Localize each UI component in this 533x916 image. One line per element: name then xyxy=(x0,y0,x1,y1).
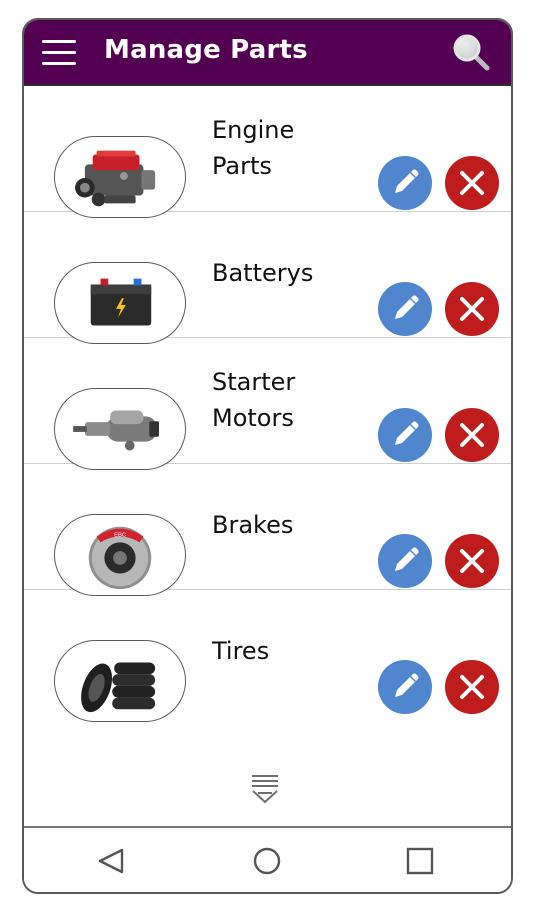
pencil-icon xyxy=(395,421,419,445)
home-circle-icon[interactable] xyxy=(250,844,284,878)
hamburger-menu-icon[interactable] xyxy=(42,40,76,66)
close-icon xyxy=(460,549,484,573)
delete-button[interactable] xyxy=(445,282,499,336)
chevron-down-lines-icon[interactable] xyxy=(248,772,282,806)
phone-frame: Manage Parts Engine Parts Batterys Start… xyxy=(22,18,513,894)
edit-button[interactable] xyxy=(378,156,432,210)
delete-button[interactable] xyxy=(445,534,499,588)
edit-button[interactable] xyxy=(378,660,432,714)
delete-button[interactable] xyxy=(445,156,499,210)
system-nav-bar xyxy=(24,826,511,892)
engine-image xyxy=(54,136,186,218)
part-label: Engine Parts xyxy=(212,116,295,180)
part-label: Tires xyxy=(212,637,270,665)
pencil-icon xyxy=(395,547,419,571)
list-item[interactable]: Tires xyxy=(24,590,511,722)
svg-text:EBC: EBC xyxy=(114,532,126,538)
pencil-icon xyxy=(395,673,419,697)
battery-image xyxy=(54,262,186,344)
close-icon xyxy=(460,171,484,195)
pencil-icon xyxy=(395,169,419,193)
part-label: Brakes xyxy=(212,511,294,539)
tires-image xyxy=(54,640,186,722)
close-icon xyxy=(460,423,484,447)
back-triangle-icon[interactable] xyxy=(94,844,128,878)
page-title: Manage Parts xyxy=(104,35,308,65)
starter-motor-image xyxy=(54,388,186,470)
edit-button[interactable] xyxy=(378,282,432,336)
part-label: Batterys xyxy=(212,259,314,287)
close-icon xyxy=(460,675,484,699)
brake-disc-image: EBC xyxy=(54,514,186,596)
list-item[interactable]: Batterys xyxy=(24,212,511,344)
list-item[interactable]: Engine Parts xyxy=(24,86,511,218)
delete-button[interactable] xyxy=(445,408,499,462)
pencil-icon xyxy=(395,295,419,319)
close-icon xyxy=(460,297,484,321)
search-icon[interactable] xyxy=(451,32,491,72)
list-item[interactable]: EBC Brakes xyxy=(24,464,511,596)
edit-button[interactable] xyxy=(378,408,432,462)
delete-button[interactable] xyxy=(445,660,499,714)
recents-square-icon[interactable] xyxy=(403,844,437,878)
part-label: Starter Motors xyxy=(212,368,296,432)
list-item[interactable]: Starter Motors xyxy=(24,338,511,470)
edit-button[interactable] xyxy=(378,534,432,588)
app-bar: Manage Parts xyxy=(24,20,511,86)
